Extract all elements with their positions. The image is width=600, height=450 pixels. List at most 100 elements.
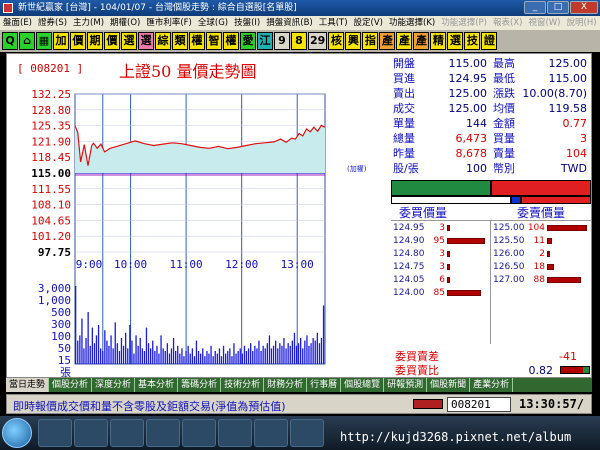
toolbar-button[interactable]: ▦ (36, 32, 52, 50)
menu-item[interactable]: 功能選擇(K) (386, 16, 438, 30)
ask-row[interactable] (491, 286, 591, 299)
bid-depth-bar (447, 250, 450, 257)
volume-bar (222, 345, 225, 364)
toolbar-button[interactable]: 類 (172, 32, 188, 50)
toolbar-button[interactable]: 智 (206, 32, 222, 50)
toolbar-button[interactable]: 指 (362, 32, 379, 50)
toolbar-button[interactable]: 選 (121, 32, 137, 50)
toolbar-button[interactable]: 期 (87, 32, 103, 50)
toolbar-button[interactable]: 價 (70, 32, 86, 50)
menu-item[interactable]: 功能選擇(P) (438, 16, 490, 30)
minimize-button[interactable]: _ (524, 1, 546, 14)
ask-header: 委賣價量 (516, 206, 565, 220)
toolbar-button[interactable]: 精 (430, 32, 447, 50)
window-controls: _ □ X (524, 1, 598, 14)
close-button[interactable]: X (570, 1, 598, 14)
toolbar-button[interactable]: 權 (189, 32, 205, 50)
menu-item[interactable]: 視窗(W) (525, 16, 563, 30)
quote-row: 成交 125.00 均價 119.58 (391, 101, 591, 116)
analysis-tab[interactable]: 技術分析 (221, 378, 265, 392)
toolbar-button[interactable]: 9 (274, 32, 290, 50)
menu-item[interactable]: 主力(M) (70, 16, 107, 30)
menu-item[interactable]: 期權(O) (107, 16, 143, 30)
toolbar-button[interactable]: 產 (413, 32, 430, 50)
toolbar-button[interactable]: 29 (308, 32, 328, 50)
toolbar-button[interactable]: 產 (396, 32, 413, 50)
ask-row[interactable]: 126.00 2 (491, 247, 591, 260)
quote-row: 總量 6,473 買量 3 (391, 131, 591, 146)
volume-tick-label: 張 (60, 366, 71, 377)
bid-row[interactable]: 124.95 3 (391, 221, 490, 234)
ask-row[interactable]: 126.50 18 (491, 260, 591, 273)
toolbar-button[interactable]: 證 (481, 32, 498, 50)
maximize-button[interactable]: □ (547, 1, 569, 14)
quote-label: 幣別 (493, 162, 515, 175)
volume-bar (141, 348, 143, 364)
menu-item[interactable]: 工具(T) (316, 16, 351, 30)
stock-code-input[interactable]: 008201 (447, 397, 511, 412)
menu-item[interactable]: 匯市利率(F) (143, 16, 195, 30)
bid-row[interactable]: 124.80 3 (391, 247, 490, 260)
strip-red (491, 180, 591, 196)
bid-row[interactable]: 124.90 95 (391, 234, 490, 247)
volume-bar (164, 351, 166, 364)
toolbar-button[interactable]: ⌂ (19, 32, 35, 50)
toolbar-button[interactable]: 江 (257, 32, 273, 50)
toolbar-button[interactable]: 加 (53, 32, 69, 50)
taskbar-app-icon[interactable] (182, 419, 216, 447)
bid-row[interactable]: 124.00 85 (391, 286, 490, 299)
analysis-tab[interactable]: 個股新聞 (427, 378, 471, 392)
analysis-tab[interactable]: 產業分析 (470, 378, 514, 392)
toolbar-button[interactable]: 選 (138, 32, 154, 50)
bid-row[interactable]: 124.05 6 (391, 273, 490, 286)
menu-item[interactable]: 損盤資訊(B) (263, 16, 315, 30)
taskbar-media-icon[interactable] (110, 419, 144, 447)
taskbar-app-icon[interactable] (218, 419, 252, 447)
ask-row[interactable]: 125.00 104 (491, 221, 591, 234)
taskbar-folder-icon[interactable] (74, 419, 108, 447)
volume-bar (256, 348, 258, 364)
analysis-tab[interactable]: 個股總覽 (341, 378, 385, 392)
menu-item[interactable]: 技盤(I) (231, 16, 263, 30)
toolbar-button[interactable]: 核 (328, 32, 345, 50)
analysis-tab[interactable]: 行事曆 (307, 378, 342, 392)
price-tick-label: 97.75 (38, 246, 71, 259)
start-button[interactable] (2, 418, 32, 448)
taskbar-app-icon[interactable] (290, 419, 324, 447)
ask-row[interactable]: 127.00 88 (491, 273, 591, 286)
toolbar-button[interactable]: Q (2, 32, 18, 50)
toolbar-button[interactable]: 價 (104, 32, 120, 50)
menu-item[interactable]: 設定(V) (351, 16, 386, 30)
menu-item[interactable]: 報表(X) (490, 16, 525, 30)
menu-item[interactable]: 證券(S) (35, 16, 70, 30)
analysis-tab[interactable]: 籌碼分析 (178, 378, 222, 392)
toolbar-button[interactable]: 愛 (240, 32, 256, 50)
toolbar-button[interactable]: 技 (464, 32, 481, 50)
volume-bar (168, 353, 171, 364)
analysis-tab[interactable]: 研報預測 (384, 378, 428, 392)
menu-item[interactable]: 全球(G) (195, 16, 231, 30)
volume-bar (210, 345, 212, 364)
toolbar-button[interactable]: 綜 (155, 32, 171, 50)
analysis-tab[interactable]: 深度分析 (92, 378, 136, 392)
quote-label: 買量 (493, 132, 515, 145)
bid-row[interactable]: 124.75 3 (391, 260, 490, 273)
toolbar-button[interactable]: 權 (223, 32, 239, 50)
price-volume-chart[interactable]: 132.25 128.80 125.35 121.90 118.45 115.00 111.… (7, 54, 391, 377)
taskbar-app-icon[interactable] (146, 419, 180, 447)
menu-item[interactable]: 盤面(E) (0, 16, 35, 30)
toolbar-button[interactable]: 產 (379, 32, 396, 50)
analysis-tab[interactable]: 基本分析 (135, 378, 179, 392)
taskbar-app-icon[interactable] (254, 419, 288, 447)
analysis-tab[interactable]: 當日走勢 (6, 378, 50, 392)
analysis-tab[interactable]: 財務分析 (264, 378, 308, 392)
analysis-tab[interactable]: 個股分析 (49, 378, 93, 392)
ask-row[interactable]: 125.50 11 (491, 234, 591, 247)
toolbar-button[interactable]: 選 (447, 32, 464, 50)
toolbar-button[interactable]: 興 (345, 32, 362, 50)
volume-bar (189, 353, 191, 364)
taskbar-ie-icon[interactable] (38, 419, 72, 447)
toolbar-button[interactable]: 8 (291, 32, 307, 50)
menu-item[interactable]: 說明(H) (564, 16, 600, 30)
quote-value: 119.58 (548, 102, 588, 115)
